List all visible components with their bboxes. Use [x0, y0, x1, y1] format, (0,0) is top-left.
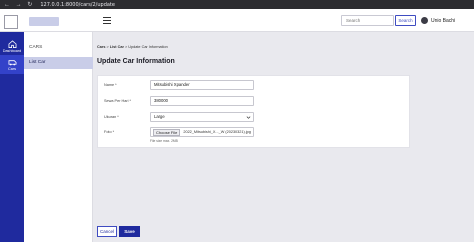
save-button[interactable]: Save [119, 226, 140, 237]
size-label: Ukuran * [104, 115, 119, 119]
user-name: Unio Bachi [431, 17, 456, 24]
choose-file-button[interactable]: Choose File [153, 128, 181, 136]
size-select-value: Large [154, 114, 165, 119]
photo-file-input[interactable]: Choose File 2022_Mitsubishi_X..._W (2023… [150, 127, 254, 137]
breadcrumb: Cars > List Car > Update Car Information [97, 45, 168, 49]
photo-label: Foto * [104, 130, 115, 134]
app-header: Search Unio Bachi [0, 9, 474, 32]
car-icon [8, 60, 16, 66]
price-field[interactable]: 380000 [150, 96, 254, 106]
chevron-down-icon [246, 116, 251, 119]
rail-item-label: Dashboard [2, 49, 22, 53]
address-bar[interactable]: 127.0.0.1:8000/cars/2/update [40, 2, 115, 8]
breadcrumb-cars[interactable]: Cars [97, 45, 105, 49]
sidebar-title: CARS [29, 45, 43, 50]
breadcrumb-current: Update Car Information [128, 45, 168, 49]
app-logo[interactable] [4, 15, 18, 29]
user-menu[interactable]: Unio Bachi [421, 15, 474, 26]
menu-toggle-icon[interactable] [103, 17, 111, 24]
file-size-hint: File size max. 2MB [150, 139, 178, 143]
price-label: Sewa Per Hari * [104, 99, 132, 103]
name-field[interactable]: Mitsubishi Xpander [150, 80, 254, 90]
breadcrumb-list-car[interactable]: List Car [110, 45, 124, 49]
browser-nav-icons[interactable]: ← → ↻ [4, 1, 34, 8]
brand-placeholder [29, 17, 59, 26]
icon-rail: Dashboard Cars [0, 32, 24, 242]
search-button[interactable]: Search [395, 15, 416, 26]
sidebar-item-list-car[interactable]: List Car [24, 57, 93, 69]
breadcrumb-separator: > [125, 45, 128, 49]
home-icon [8, 40, 16, 48]
page-title: Update Car Information [97, 58, 175, 65]
rail-item-cars[interactable]: Cars [0, 55, 24, 74]
size-select[interactable]: Large [150, 112, 254, 122]
avatar [421, 17, 428, 24]
breadcrumb-separator: > [106, 45, 109, 49]
search-input[interactable] [341, 15, 394, 26]
selected-file-name: 2022_Mitsubishi_X..._W (20230321).jpg [183, 130, 251, 134]
cancel-button[interactable]: Cancel [97, 226, 117, 237]
browser-toolbar: ← → ↻ 127.0.0.1:8000/cars/2/update [0, 0, 474, 9]
rail-item-dashboard[interactable]: Dashboard [0, 37, 24, 57]
name-label: Name * [104, 83, 117, 87]
rail-item-label: Cars [7, 67, 17, 71]
